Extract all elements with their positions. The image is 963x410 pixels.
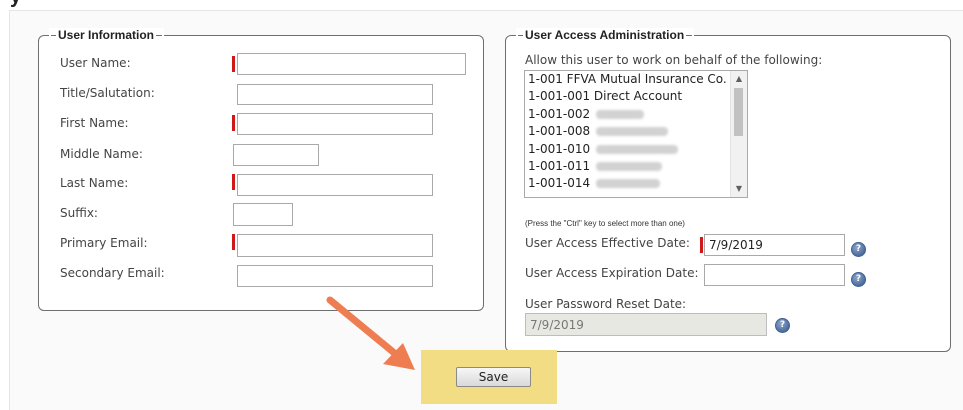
first-name-label: First Name:: [60, 116, 129, 130]
expiration-date-input[interactable]: [704, 264, 845, 286]
secondary-email-input[interactable]: [237, 265, 433, 287]
list-item[interactable]: 1-001-010: [525, 141, 747, 158]
list-item[interactable]: 1-001-001 Direct Account: [525, 88, 747, 105]
last-name-required-marker: [232, 174, 235, 190]
effective-date-required-marker: [700, 237, 703, 253]
last-name-input[interactable]: [237, 174, 433, 196]
scrollbar-thumb[interactable]: [734, 88, 743, 136]
primary-email-input[interactable]: [237, 234, 433, 257]
expiration-date-help-icon[interactable]: ?: [851, 272, 866, 287]
listbox-scrollbar[interactable]: ▲ ▼: [730, 71, 747, 197]
list-item[interactable]: 1-001-008: [525, 123, 747, 140]
effective-date-input[interactable]: [704, 234, 845, 256]
password-reset-date-label: User Password Reset Date:: [525, 297, 687, 311]
password-reset-date-input: [525, 313, 767, 336]
primary-email-label: Primary Email:: [60, 236, 148, 250]
suffix-input[interactable]: [233, 203, 293, 226]
user-name-required-marker: [232, 56, 235, 72]
user-access-administration-legend: User Access Administration: [516, 28, 695, 42]
middle-name-input[interactable]: [233, 144, 319, 166]
scroll-up-icon[interactable]: ▲: [731, 71, 747, 87]
save-button[interactable]: Save: [456, 367, 531, 387]
multi-select-hint: (Press the "Ctrl" key to select more tha…: [525, 219, 685, 228]
title-salutation-input[interactable]: [237, 84, 433, 105]
page-title: y: [10, 0, 22, 9]
list-item[interactable]: 1-001 FFVA Mutual Insurance Co.: [525, 71, 747, 88]
suffix-label: Suffix:: [60, 206, 98, 220]
effective-date-label: User Access Effective Date:: [525, 236, 690, 250]
scroll-down-icon[interactable]: ▼: [731, 181, 747, 197]
title-salutation-label: Title/Salutation:: [60, 86, 155, 100]
primary-email-required-marker: [232, 234, 235, 250]
user-information-legend: User Information: [49, 28, 165, 42]
last-name-label: Last Name:: [60, 176, 129, 190]
accounts-listbox[interactable]: 1-001 FFVA Mutual Insurance Co. 1-001-00…: [524, 70, 748, 198]
user-name-label: User Name:: [60, 56, 131, 70]
first-name-required-marker: [232, 115, 235, 131]
effective-date-help-icon[interactable]: ?: [851, 242, 866, 257]
expiration-date-label: User Access Expiration Date:: [525, 266, 699, 280]
list-item[interactable]: 1-001-002: [525, 106, 747, 123]
middle-name-label: Middle Name:: [60, 147, 143, 161]
allow-on-behalf-label: Allow this user to work on behalf of the…: [525, 53, 823, 67]
pointer-arrow-icon: [326, 296, 415, 370]
list-item[interactable]: 1-001-014: [525, 175, 747, 192]
list-item[interactable]: 1-001-011: [525, 158, 747, 175]
secondary-email-label: Secondary Email:: [60, 266, 165, 280]
user-name-input[interactable]: [237, 53, 466, 75]
password-reset-help-icon[interactable]: ?: [775, 318, 790, 333]
first-name-input[interactable]: [237, 113, 433, 135]
